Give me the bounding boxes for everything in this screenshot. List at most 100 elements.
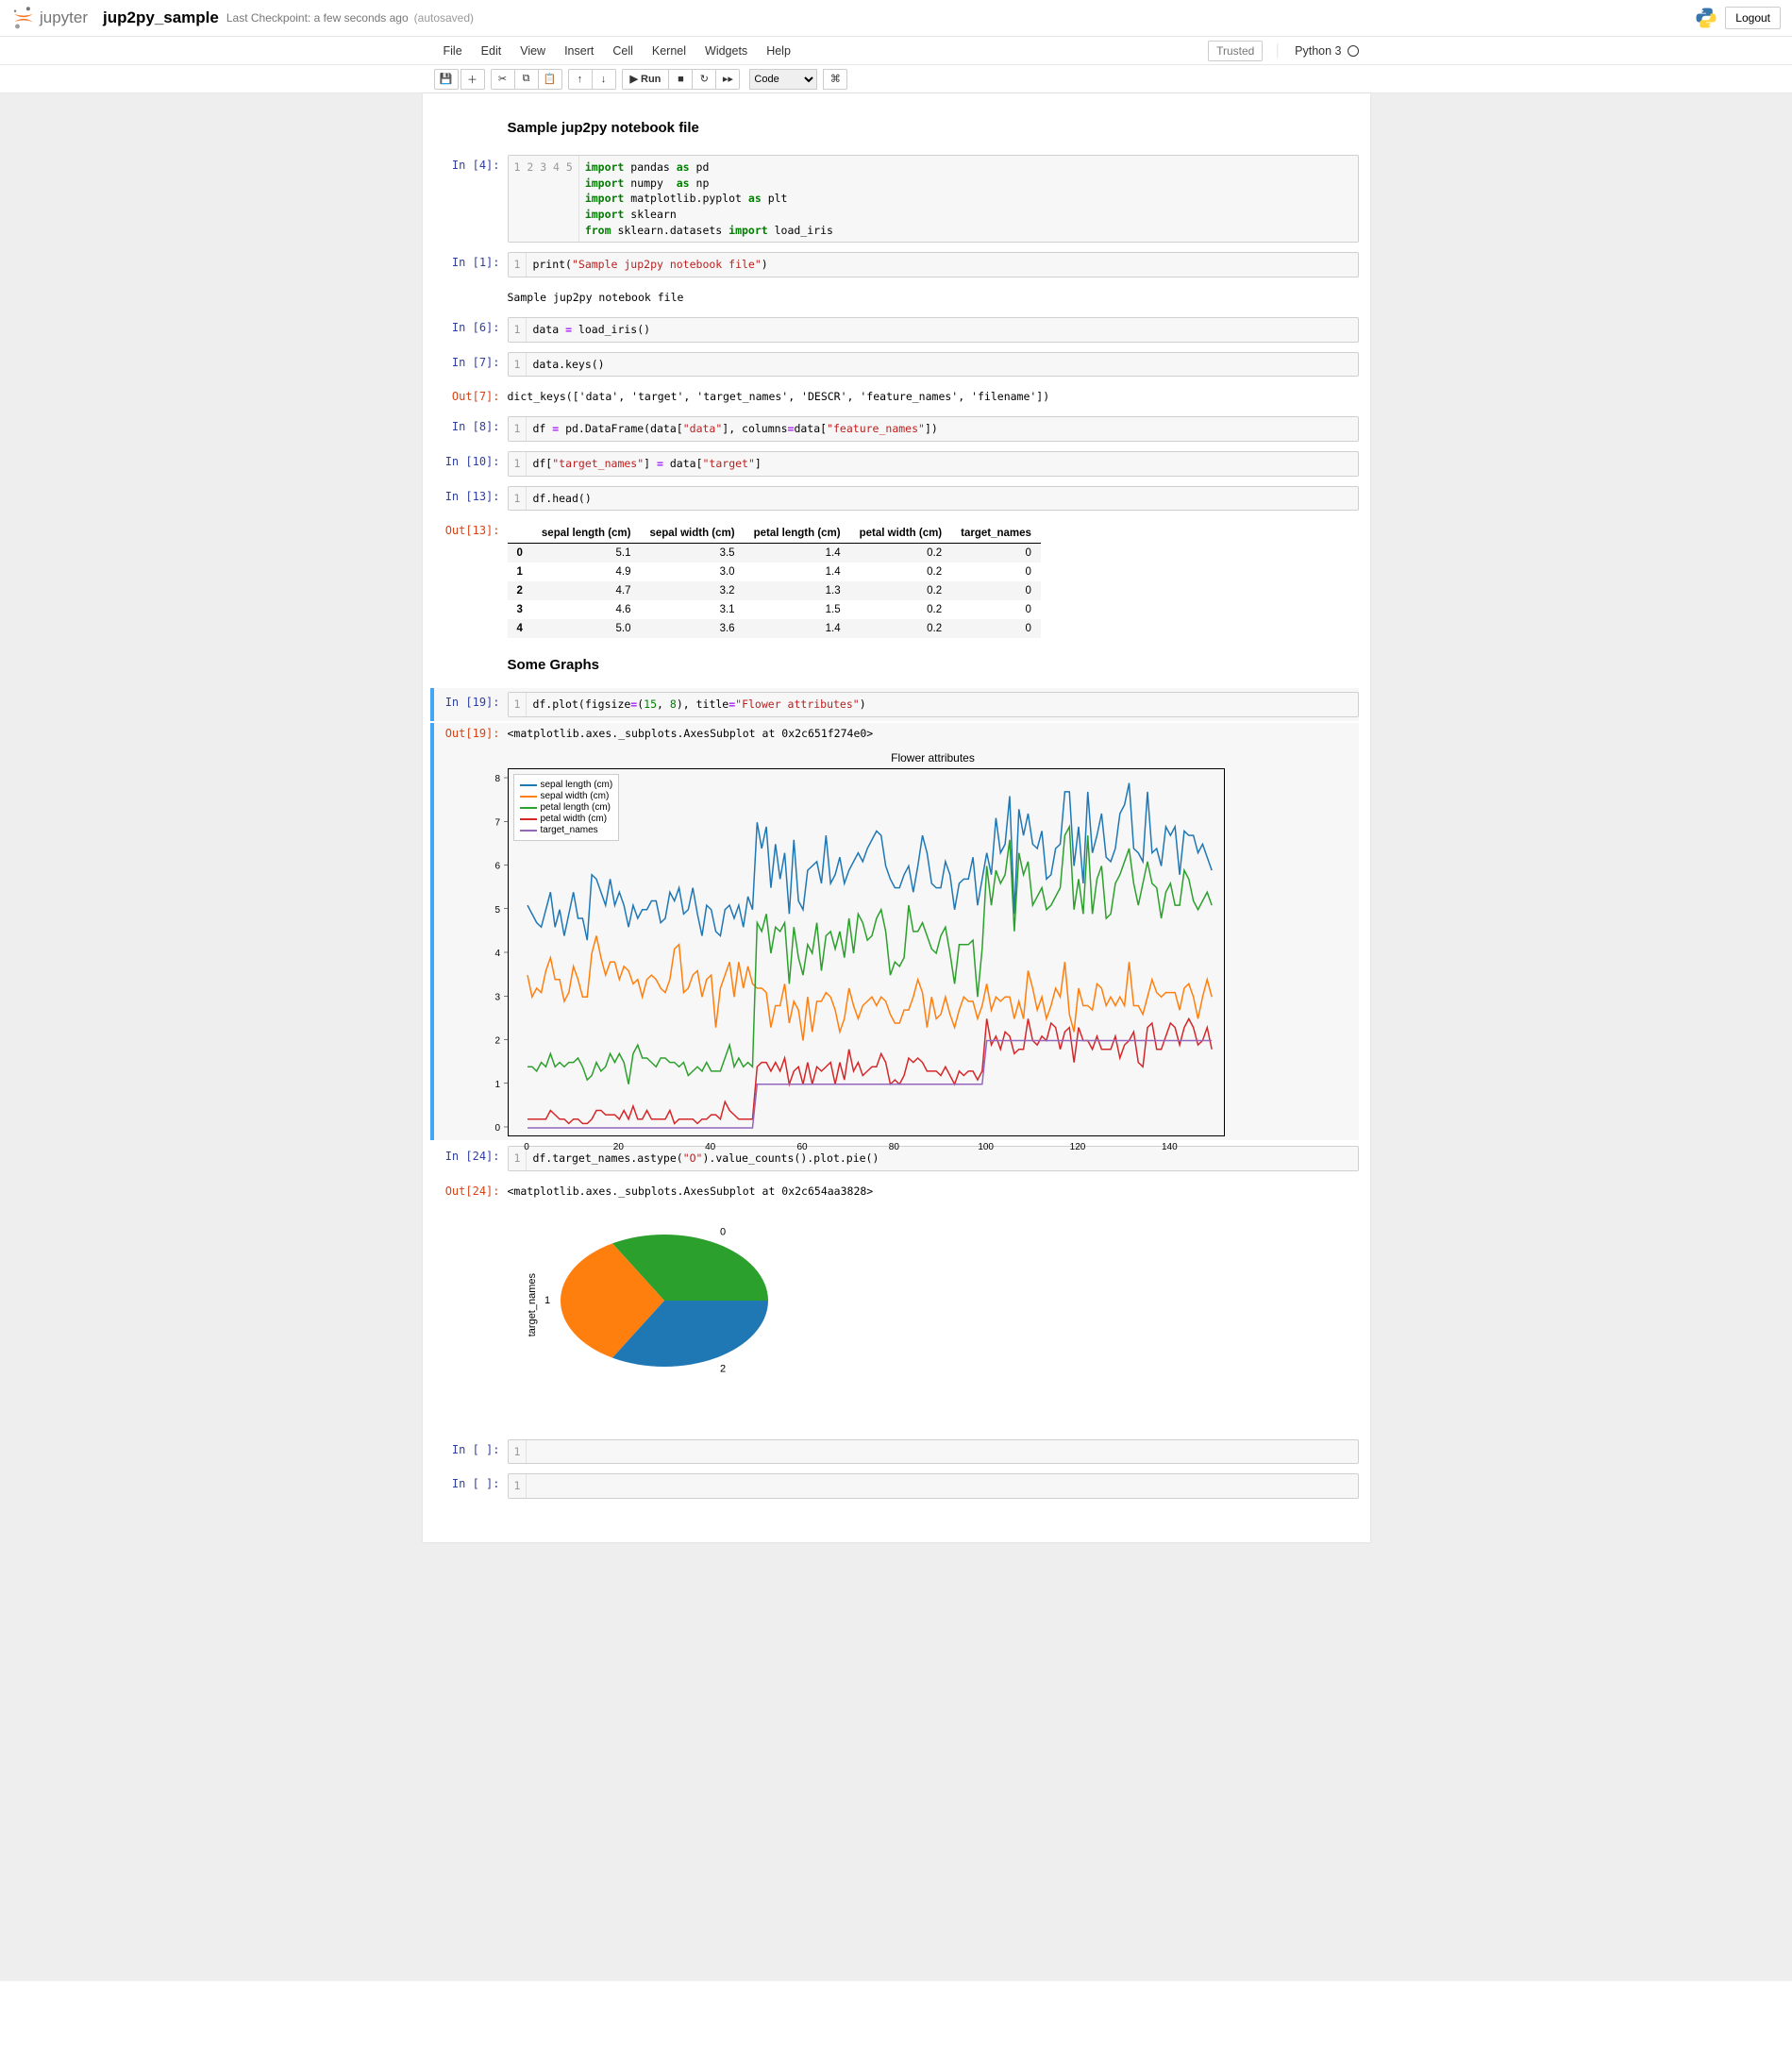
trusted-indicator[interactable]: Trusted	[1208, 41, 1263, 61]
input-prompt: In [19]:	[434, 692, 508, 717]
restart-button[interactable]: ↻	[692, 69, 716, 90]
code-text: print("Sample jup2py notebook file")	[527, 253, 1357, 277]
output-text: dict_keys(['data', 'target', 'target_nam…	[508, 386, 1359, 407]
line-gutter: 1	[509, 693, 528, 716]
code-cell[interactable]: In [1]: 1 print("Sample jup2py notebook …	[434, 248, 1359, 281]
code-input[interactable]: 1 df.target_names.astype("O").value_coun…	[508, 1146, 1359, 1171]
stop-button[interactable]: ■	[668, 69, 693, 90]
input-prompt: In [10]:	[434, 451, 508, 477]
code-cell-selected[interactable]: In [19]: 1 df.plot(figsize=(15, 8), titl…	[430, 688, 1359, 721]
code-input[interactable]: 1 data = load_iris()	[508, 317, 1359, 343]
code-cell-empty[interactable]: In [ ]: 1	[434, 1436, 1359, 1469]
line-gutter: 1	[509, 417, 528, 441]
code-input[interactable]: 1 df.plot(figsize=(15, 8), title="Flower…	[508, 692, 1359, 717]
code-text: df.target_names.astype("O").value_counts…	[527, 1147, 1357, 1170]
line-gutter: 1	[509, 1440, 528, 1464]
pie-chart-svg: 012	[542, 1211, 806, 1400]
code-text	[527, 1474, 1357, 1498]
line-gutter: 1	[509, 318, 528, 342]
menu-help[interactable]: Help	[757, 39, 800, 63]
code-input[interactable]: 1 df = pd.DataFrame(data["data"], column…	[508, 416, 1359, 442]
menu-kernel[interactable]: Kernel	[643, 39, 695, 63]
output-cell: Sample jup2py notebook file	[434, 283, 1359, 311]
output-cell: Out[7]: dict_keys(['data', 'target', 'ta…	[434, 382, 1359, 411]
menu-edit[interactable]: Edit	[472, 39, 511, 63]
svg-text:0: 0	[719, 1226, 725, 1237]
output-prompt: Out[7]:	[434, 386, 508, 407]
code-cell[interactable]: In [7]: 1 data.keys()	[434, 348, 1359, 381]
markdown-cell[interactable]: Sample jup2py notebook file	[434, 107, 1359, 149]
dataframe-table: sepal length (cm)sepal width (cm)petal l…	[508, 524, 1041, 638]
line-gutter: 1	[509, 487, 528, 511]
menu-cell[interactable]: Cell	[603, 39, 643, 63]
line-gutter: 1 2 3 4 5	[509, 156, 579, 242]
kernel-status-icon	[1348, 45, 1359, 57]
stdout: Sample jup2py notebook file	[508, 287, 1359, 308]
code-input[interactable]: 1 2 3 4 5 import pandas as pd import num…	[508, 155, 1359, 243]
cell-type-select[interactable]: Code	[749, 69, 817, 90]
code-cell[interactable]: In [6]: 1 data = load_iris()	[434, 313, 1359, 346]
code-cell[interactable]: In [13]: 1 df.head()	[434, 482, 1359, 515]
markdown-cell[interactable]: Some Graphs	[434, 644, 1359, 686]
menu-view[interactable]: View	[511, 39, 555, 63]
menu-insert[interactable]: Insert	[555, 39, 603, 63]
command-palette-button[interactable]: ⌘	[823, 69, 847, 90]
autosave-text: (autosaved)	[414, 11, 474, 25]
cut-button[interactable]: ✂	[491, 69, 515, 90]
menu-file[interactable]: File	[434, 39, 472, 63]
code-cell[interactable]: In [24]: 1 df.target_names.astype("O").v…	[434, 1142, 1359, 1175]
code-text: df.head()	[527, 487, 1357, 511]
chart-legend: sepal length (cm)sepal width (cm)petal l…	[513, 774, 620, 841]
jupyter-logo[interactable]: jupyter	[11, 6, 88, 30]
save-button[interactable]: 💾	[434, 69, 459, 90]
paste-button[interactable]: 📋	[538, 69, 562, 90]
menu-widgets[interactable]: Widgets	[695, 39, 757, 63]
code-text: data = load_iris()	[527, 318, 1357, 342]
run-button[interactable]: ▶ Run	[622, 69, 670, 90]
code-text: df["target_names"] = data["target"]	[527, 452, 1357, 476]
output-text: <matplotlib.axes._subplots.AxesSubplot a…	[508, 723, 1359, 744]
code-cell[interactable]: In [4]: 1 2 3 4 5 import pandas as pd im…	[434, 151, 1359, 246]
input-prompt: In [13]:	[434, 486, 508, 512]
code-input[interactable]: 1 df["target_names"] = data["target"]	[508, 451, 1359, 477]
heading: Sample jup2py notebook file	[508, 120, 1359, 136]
move-up-button[interactable]: ↑	[568, 69, 593, 90]
toolbar: 💾 ＋ ✂ ⧉ 📋 ↑ ↓ ▶ Run ■ ↻ ▸▸ Code ⌘	[0, 65, 1792, 93]
code-cell[interactable]: In [10]: 1 df["target_names"] = data["ta…	[434, 447, 1359, 480]
heading: Some Graphs	[508, 657, 1359, 673]
line-gutter: 1	[509, 452, 528, 476]
add-cell-button[interactable]: ＋	[461, 69, 485, 90]
pie-ylabel: target_names	[527, 1273, 538, 1336]
code-input[interactable]: 1	[508, 1473, 1359, 1499]
checkpoint-text: Last Checkpoint: a few seconds ago	[226, 11, 409, 25]
kernel-name: Python 3	[1295, 44, 1341, 58]
code-input[interactable]: 1 data.keys()	[508, 352, 1359, 378]
code-text	[527, 1440, 1357, 1464]
code-cell[interactable]: In [8]: 1 df = pd.DataFrame(data["data"]…	[434, 412, 1359, 445]
code-text: df.plot(figsize=(15, 8), title="Flower a…	[527, 693, 1357, 716]
menubar: File Edit View Insert Cell Kernel Widget…	[0, 37, 1792, 65]
notebook-name[interactable]: jup2py_sample	[103, 8, 219, 27]
svg-text:1: 1	[544, 1295, 549, 1306]
restart-run-all-button[interactable]: ▸▸	[715, 69, 740, 90]
input-prompt: In [6]:	[434, 317, 508, 343]
code-input[interactable]: 1 print("Sample jup2py notebook file")	[508, 252, 1359, 277]
output-cell: Out[24]: <matplotlib.axes._subplots.Axes…	[434, 1177, 1359, 1403]
kernel-indicator[interactable]: Python 3	[1274, 44, 1358, 58]
code-input[interactable]: 1 df.head()	[508, 486, 1359, 512]
output-cell: Out[13]: sepal length (cm)sepal width (c…	[434, 516, 1359, 642]
copy-button[interactable]: ⧉	[514, 69, 539, 90]
code-cell-empty[interactable]: In [ ]: 1	[434, 1470, 1359, 1503]
pie-chart: target_names 012	[527, 1211, 1359, 1400]
line-gutter: 1	[509, 253, 528, 277]
chart-title: Flower attributes	[508, 751, 1359, 765]
input-prompt: In [ ]:	[434, 1473, 508, 1499]
output-prompt: Out[24]:	[434, 1181, 508, 1400]
move-down-button[interactable]: ↓	[592, 69, 616, 90]
code-text: data.keys()	[527, 353, 1357, 377]
jupyter-brand: jupyter	[40, 8, 88, 27]
code-input[interactable]: 1	[508, 1439, 1359, 1465]
logout-button[interactable]: Logout	[1725, 7, 1781, 29]
line-gutter: 1	[509, 1474, 528, 1498]
notebook-container: Sample jup2py notebook file In [4]: 1 2 …	[423, 93, 1370, 1542]
